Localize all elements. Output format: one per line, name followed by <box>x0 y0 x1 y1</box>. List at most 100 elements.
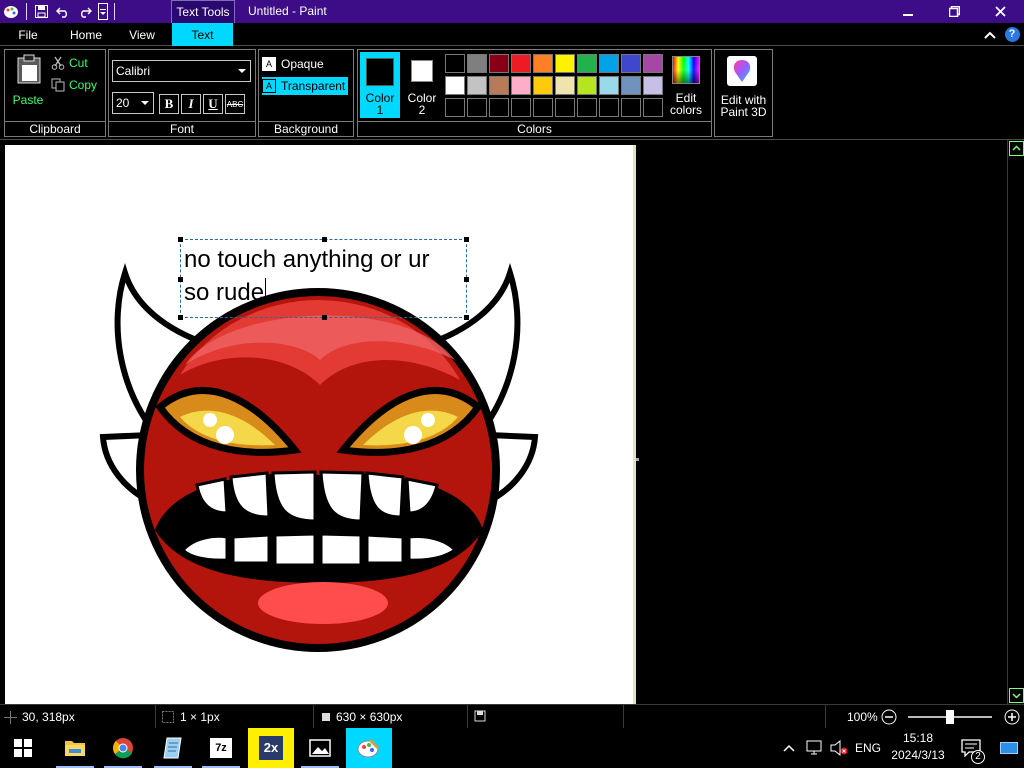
clock[interactable]: 15:18 2024/3/13 <box>886 730 950 766</box>
resize-handle[interactable] <box>464 315 469 320</box>
canvas-resize-handle[interactable] <box>636 458 639 461</box>
scroll-up-button[interactable] <box>1009 141 1024 156</box>
zoom-in-button[interactable] <box>1004 709 1020 725</box>
taskbar-notepad[interactable] <box>150 728 196 768</box>
image-size: 630 × 630px <box>320 710 402 724</box>
restore-button[interactable] <box>931 0 977 23</box>
drawing-canvas[interactable]: no touch anything or ur so rude <box>5 145 633 705</box>
color-swatch[interactable] <box>445 54 465 73</box>
action-center-button[interactable]: 2 <box>955 728 987 768</box>
zoom-slider-thumb[interactable] <box>946 710 954 724</box>
custom-color-slot[interactable] <box>555 98 575 117</box>
scroll-down-button[interactable] <box>1009 688 1024 703</box>
tab-text[interactable]: Text <box>172 23 233 46</box>
tab-view[interactable]: View <box>114 23 170 46</box>
color-swatch[interactable] <box>533 76 553 95</box>
color-swatch[interactable] <box>489 76 509 95</box>
color-swatch[interactable] <box>599 54 619 73</box>
color-swatch[interactable] <box>511 76 531 95</box>
taskbar-file-explorer[interactable] <box>52 728 98 768</box>
opaque-option[interactable]: A Opaque <box>262 55 348 73</box>
custom-color-slot[interactable] <box>599 98 619 117</box>
color-swatch[interactable] <box>621 76 641 95</box>
color-swatch[interactable] <box>555 54 575 73</box>
custom-color-slot[interactable] <box>445 98 465 117</box>
text-box[interactable]: no touch anything or ur so rude <box>178 237 469 320</box>
taskbar-paint[interactable] <box>346 728 392 768</box>
strikethrough-button[interactable]: ABC <box>225 94 245 114</box>
taskbar-7zip[interactable]: 7z <box>198 728 244 768</box>
custom-color-slot[interactable] <box>643 98 663 117</box>
tab-home[interactable]: Home <box>58 23 114 46</box>
canvas-text[interactable]: no touch anything or ur so rude <box>184 243 464 309</box>
start-button[interactable] <box>0 728 46 768</box>
color-1-button[interactable]: Color 1 <box>360 52 400 118</box>
underline-button[interactable]: U <box>203 94 223 114</box>
font-family-select[interactable]: Calibri <box>112 60 251 82</box>
paint-app-icon[interactable] <box>0 0 22 23</box>
paste-button[interactable]: Paste <box>9 52 47 112</box>
show-hidden-icons-button[interactable] <box>778 728 800 768</box>
edit-colors-button[interactable]: Edit colors <box>664 52 708 118</box>
color-swatch[interactable] <box>555 76 575 95</box>
taskbar-photos[interactable] <box>297 728 343 768</box>
cut-button[interactable]: Cut <box>51 55 88 71</box>
show-desktop-button[interactable] <box>994 728 1024 768</box>
italic-button[interactable]: I <box>181 94 201 114</box>
custom-color-slot[interactable] <box>489 98 509 117</box>
taskbar: 7z 2x ENG 15:18 2024/3/13 2 <box>0 728 1024 768</box>
custom-color-slot[interactable] <box>533 98 553 117</box>
taskbar-chrome[interactable] <box>100 728 146 768</box>
help-icon[interactable]: ? <box>1002 23 1022 46</box>
save-icon[interactable] <box>31 0 51 23</box>
color-swatch[interactable] <box>445 76 465 95</box>
custom-color-slot[interactable] <box>577 98 597 117</box>
input-language[interactable]: ENG <box>852 728 884 768</box>
color-swatch[interactable] <box>577 76 597 95</box>
font-group-label: Font <box>109 121 255 136</box>
font-size-select[interactable]: 20 <box>112 92 154 114</box>
color-swatch[interactable] <box>489 54 509 73</box>
taskbar-app-2x[interactable]: 2x <box>248 728 294 768</box>
bold-button[interactable]: B <box>159 94 179 114</box>
resize-handle[interactable] <box>178 277 183 282</box>
color-swatch[interactable] <box>467 54 487 73</box>
edit-with-paint3d-button[interactable]: Edit with Paint 3D <box>715 52 772 118</box>
zoom-out-button[interactable] <box>881 709 897 725</box>
custom-color-slot[interactable] <box>511 98 531 117</box>
color-swatch[interactable] <box>643 54 663 73</box>
resize-handle[interactable] <box>322 315 327 320</box>
canvas-resize-edge[interactable] <box>633 145 636 705</box>
network-tray[interactable] <box>802 728 826 768</box>
color-swatch[interactable] <box>467 76 487 95</box>
tab-file[interactable]: File <box>0 23 56 46</box>
resize-handle[interactable] <box>322 237 327 242</box>
redo-icon[interactable] <box>75 0 95 23</box>
divider <box>313 705 314 729</box>
custom-color-slot[interactable] <box>467 98 487 117</box>
custom-color-slot[interactable] <box>621 98 641 117</box>
copy-button[interactable]: Copy <box>51 77 97 93</box>
color-swatch[interactable] <box>533 54 553 73</box>
image-size-value: 630 × 630px <box>336 710 403 724</box>
color-swatch[interactable] <box>511 54 531 73</box>
customize-toolbar-icon[interactable] <box>97 0 109 23</box>
vertical-scrollbar[interactable] <box>1007 140 1024 704</box>
resize-handle[interactable] <box>178 237 183 242</box>
resize-handle[interactable] <box>464 237 469 242</box>
color-swatch[interactable] <box>599 76 619 95</box>
volume-tray[interactable] <box>827 728 851 768</box>
close-button[interactable] <box>977 0 1023 23</box>
color-swatch[interactable] <box>577 54 597 73</box>
minimize-ribbon-icon[interactable] <box>980 23 1000 46</box>
color-swatch[interactable] <box>621 54 641 73</box>
resize-handle[interactable] <box>178 315 183 320</box>
resize-handle[interactable] <box>464 277 469 282</box>
zoom-slider[interactable] <box>908 710 992 724</box>
undo-icon[interactable] <box>53 0 73 23</box>
color-swatch[interactable] <box>643 76 663 95</box>
minimize-button[interactable] <box>885 0 931 23</box>
color-2-button[interactable]: Color 2 <box>402 52 442 118</box>
transparent-option[interactable]: A Transparent <box>262 77 348 95</box>
windows-logo-icon <box>14 739 32 757</box>
